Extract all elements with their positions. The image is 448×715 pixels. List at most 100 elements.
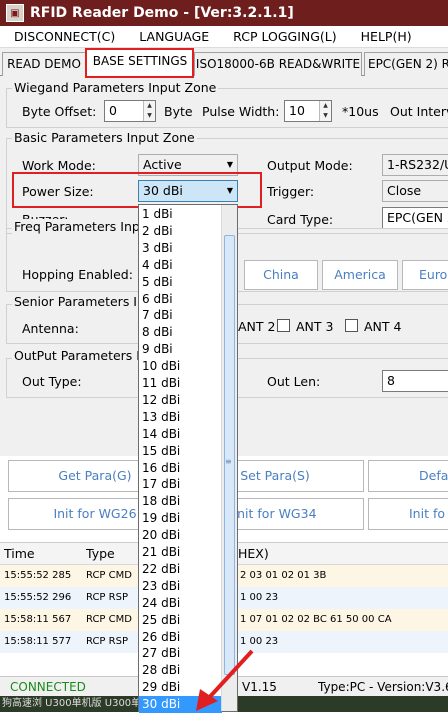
dropdown-option[interactable]: 1 dBi xyxy=(139,206,222,223)
byte-offset-input[interactable]: 0 ▲ ▼ xyxy=(104,100,156,122)
annotation-arrow-icon xyxy=(196,649,254,711)
log-time: 15:58:11 577 xyxy=(4,636,72,647)
ant4-checkbox[interactable] xyxy=(345,319,358,332)
freq-group-label: Freq Parameters Inpu xyxy=(12,219,150,234)
grip-icon: ≡ xyxy=(225,457,232,466)
log-type: RCP RSP xyxy=(86,592,128,603)
dropdown-option[interactable]: 25 dBi xyxy=(139,612,222,629)
basic-group-label: Basic Parameters Input Zone xyxy=(12,130,197,145)
menu-disconnect[interactable]: DISCONNECT(C) xyxy=(14,29,115,44)
log-time: 15:55:52 296 xyxy=(4,592,72,603)
dropdown-option[interactable]: 20 dBi xyxy=(139,527,222,544)
region-america-button[interactable]: America xyxy=(322,260,398,290)
annotation-box-tab xyxy=(85,48,194,78)
dropdown-option[interactable]: 19 dBi xyxy=(139,510,222,527)
out-len-label: Out Len: xyxy=(267,374,321,389)
log-type: RCP CMD xyxy=(86,614,132,625)
menu-help[interactable]: HELP(H) xyxy=(361,29,412,44)
log-type: RCP CMD xyxy=(86,570,132,581)
output-mode-select[interactable]: 1-RS232/U xyxy=(382,154,448,176)
annotation-box-power-size xyxy=(12,172,262,208)
dropdown-option[interactable]: 17 dBi xyxy=(139,476,222,493)
pulse-width-label: Pulse Width: xyxy=(202,104,280,119)
dropdown-option[interactable]: 3 dBi xyxy=(139,240,222,257)
dropdown-option[interactable]: 16 dBi xyxy=(139,460,222,477)
pulse-width-spinner[interactable]: ▲ ▼ xyxy=(319,101,331,121)
dropdown-option[interactable]: 15 dBi xyxy=(139,443,222,460)
byte-offset-value: 0 xyxy=(109,103,117,118)
work-mode-label: Work Mode: xyxy=(22,158,96,173)
tab-read-demo[interactable]: READ DEMO xyxy=(2,52,86,76)
hopping-enabled-label: Hopping Enabled: xyxy=(22,267,133,282)
dropdown-option[interactable]: 21 dBi xyxy=(139,544,222,561)
byte-offset-spinner[interactable]: ▲ ▼ xyxy=(143,101,155,121)
out-type-label: Out Type: xyxy=(22,374,82,389)
log-time: 15:58:11 567 xyxy=(4,614,72,625)
log-data: 1 00 23 xyxy=(240,592,279,603)
ant3-checkbox[interactable] xyxy=(277,319,290,332)
dropdown-option[interactable]: 23 dBi xyxy=(139,578,222,595)
dropdown-option[interactable]: 24 dBi xyxy=(139,595,222,612)
col-hex: HEX) xyxy=(238,546,269,561)
tab-iso18000[interactable]: ISO18000-6B READ&WRITE xyxy=(194,52,362,76)
log-time: 15:55:52 285 xyxy=(4,570,72,581)
window-title: RFID Reader Demo - [Ver:3.2.1.1] xyxy=(30,5,294,21)
out-interval-label: Out Interv xyxy=(390,104,448,119)
app-icon: ▣ xyxy=(6,4,24,22)
card-type-value: EPC(GEN 2 xyxy=(387,210,448,225)
col-time: Time xyxy=(4,546,35,561)
dropdown-option[interactable]: 4 dBi xyxy=(139,257,222,274)
menu-rcp-logging[interactable]: RCP LOGGING(L) xyxy=(233,29,336,44)
dropdown-option[interactable]: 22 dBi xyxy=(139,561,222,578)
dropdown-option[interactable]: 13 dBi xyxy=(139,409,222,426)
connection-status: CONNECTED xyxy=(10,680,86,694)
output-mode-label: Output Mode: xyxy=(267,158,353,173)
dropdown-option[interactable]: 7 dBi xyxy=(139,307,222,324)
dropdown-option[interactable]: 8 dBi xyxy=(139,324,222,341)
dropdown-scrollbar[interactable]: ≡ xyxy=(221,205,237,711)
dropdown-option[interactable]: 9 dBi xyxy=(139,341,222,358)
card-type-label: Card Type: xyxy=(267,212,334,227)
region-euro-button[interactable]: Euro xyxy=(402,260,448,290)
pulse-width-value: 10 xyxy=(289,103,305,118)
log-data: 1 07 01 02 02 BC 61 50 00 CA xyxy=(240,614,392,625)
dropdown-option[interactable]: 26 dBi xyxy=(139,629,222,646)
pulse-unit-label: *10us xyxy=(342,104,379,119)
col-type: Type xyxy=(86,546,115,561)
dropdown-option[interactable]: 14 dBi xyxy=(139,426,222,443)
senior-group-label: Senior Parameters In xyxy=(12,294,147,309)
trigger-select[interactable]: Close xyxy=(382,180,448,202)
card-type-field[interactable]: EPC(GEN 2 xyxy=(382,207,448,229)
dropdown-option[interactable]: 5 dBi xyxy=(139,274,222,291)
dropdown-option[interactable]: 2 dBi xyxy=(139,223,222,240)
dropdown-option[interactable]: 6 dBi xyxy=(139,291,222,308)
dropdown-option[interactable]: 12 dBi xyxy=(139,392,222,409)
dropdown-option[interactable]: 11 dBi xyxy=(139,375,222,392)
tab-epc-gen2[interactable]: EPC(GEN 2) R xyxy=(364,52,448,76)
work-mode-value: Active xyxy=(143,157,182,172)
power-size-dropdown[interactable]: 30 dBi 29 dBi 28 dBi 27 dBi 26 dBi 25 dBi 24 d… xyxy=(138,204,238,714)
dropdown-option[interactable]: 10 dBi xyxy=(139,358,222,375)
ant2-label: ANT 2 xyxy=(238,319,276,334)
trigger-value: Close xyxy=(387,183,422,198)
menu-language[interactable]: LANGUAGE xyxy=(139,29,209,44)
init-other-button[interactable]: Init fo xyxy=(368,498,448,530)
pulse-width-input[interactable]: 10 ▲ ▼ xyxy=(284,100,332,122)
scrollbar-thumb[interactable] xyxy=(224,235,235,675)
dropdown-option[interactable]: 18 dBi xyxy=(139,493,222,510)
output-group-label: OutPut Parameters In xyxy=(12,348,150,363)
default-button[interactable]: Defa xyxy=(368,460,448,492)
out-len-value: 8 xyxy=(387,373,395,388)
ant3-label: ANT 3 xyxy=(296,319,334,334)
out-len-input[interactable]: 8 xyxy=(382,370,448,392)
byte-unit-label: Byte xyxy=(164,104,193,119)
ant4-label: ANT 4 xyxy=(364,319,402,334)
trigger-label: Trigger: xyxy=(267,184,315,199)
taskbar-text: 狗高速浏 U300单机版 U300单机 xyxy=(2,698,152,709)
status-type: Type:PC - Version:V3.6 xyxy=(318,680,448,694)
byte-offset-label: Byte Offset: xyxy=(22,104,97,119)
region-china-button[interactable]: China xyxy=(244,260,318,290)
log-type: RCP RSP xyxy=(86,636,128,647)
wiegand-group-label: Wiegand Parameters Input Zone xyxy=(12,80,219,95)
antenna-label: Antenna: xyxy=(22,321,79,336)
